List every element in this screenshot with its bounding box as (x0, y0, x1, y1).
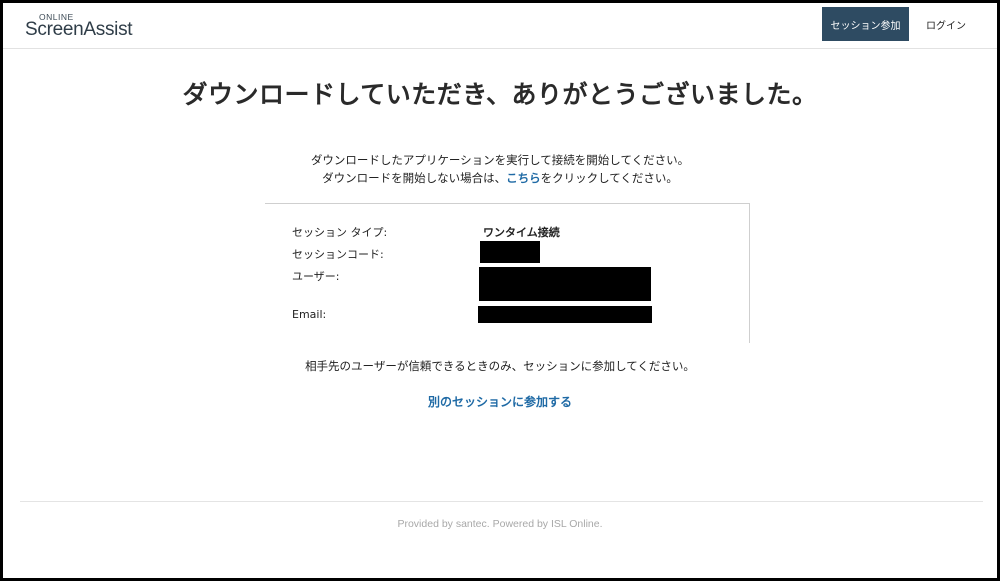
join-other-session-link[interactable]: 別のセッションに参加する (428, 395, 572, 409)
user-redacted (479, 267, 651, 301)
instruction-line-2: ダウンロードを開始しない場合は、こちらをクリックしてください。 (3, 170, 997, 186)
logo-main-text: ScreenAssist (25, 19, 133, 40)
page-title: ダウンロードしていただき、ありがとうございました。 (182, 80, 818, 109)
session-code-label: セッションコード: (292, 248, 384, 261)
session-code-redacted (480, 241, 540, 263)
trust-notice: 相手先のユーザーが信頼できるときのみ、セッションに参加してください。 (305, 359, 695, 373)
user-label: ユーザー: (292, 270, 340, 283)
instruction-line-1: ダウンロードしたアプリケーションを実行して接続を開始してください。 (310, 153, 690, 167)
session-type-label: セッション タイプ: (292, 226, 388, 239)
instruction-suffix: をクリックしてください。 (540, 171, 678, 185)
other-session-container: 別のセッションに参加する (3, 393, 997, 410)
download-here-link[interactable]: こちら (506, 171, 541, 185)
screenassist-logo[interactable]: ONLINE ScreenAssist (25, 12, 145, 44)
footer-text: Provided by santec. Powered by ISL Onlin… (397, 518, 603, 530)
instruction-prefix: ダウンロードを開始しない場合は、 (322, 171, 507, 185)
footer-divider (20, 501, 983, 502)
session-type-value: ワンタイム接続 (483, 226, 560, 239)
login-button[interactable]: ログイン (915, 7, 977, 41)
email-redacted (478, 306, 652, 323)
header: ONLINE ScreenAssist セッション参加 ログイン (3, 3, 997, 49)
join-session-button[interactable]: セッション参加 (822, 7, 909, 41)
email-label: Email: (292, 308, 327, 321)
